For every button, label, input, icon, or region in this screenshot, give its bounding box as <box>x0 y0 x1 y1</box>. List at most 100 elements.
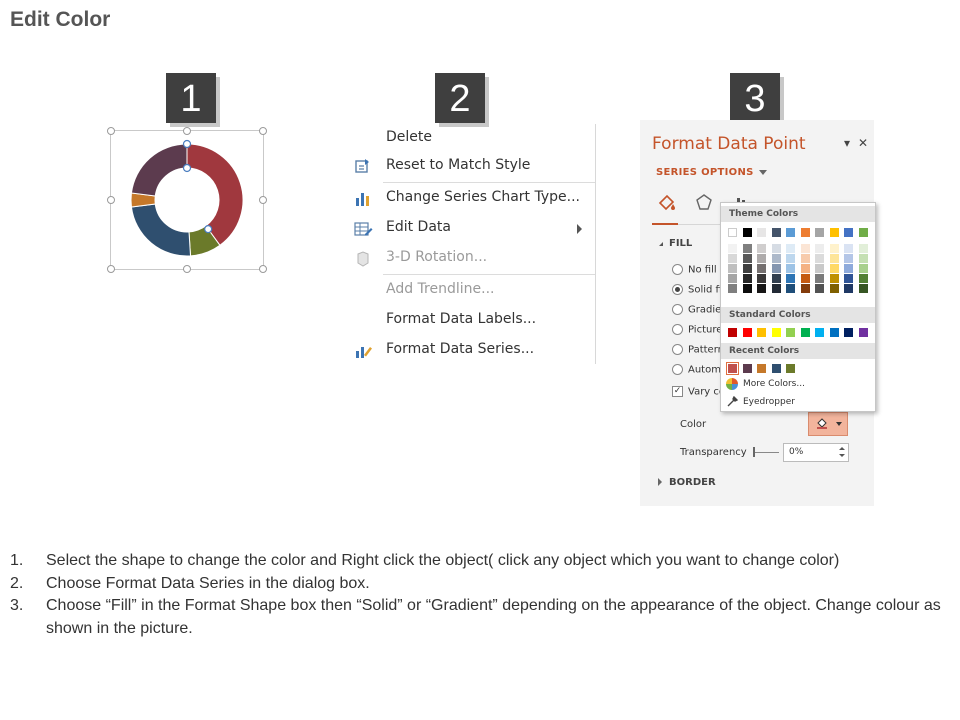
color-swatch[interactable] <box>771 244 781 253</box>
color-swatch[interactable] <box>728 244 737 253</box>
menu-item-format-data-series[interactable]: Format Data Series... <box>345 336 595 366</box>
color-swatch[interactable] <box>786 284 795 293</box>
recent-color-swatch[interactable] <box>757 364 766 373</box>
color-swatch[interactable] <box>786 228 795 237</box>
more-colors-link[interactable]: More Colors... <box>743 379 805 389</box>
color-swatch[interactable] <box>829 244 839 253</box>
radio-gradient-fill[interactable]: Gradier <box>672 304 725 316</box>
spin-down-icon[interactable] <box>839 454 845 457</box>
selection-handle[interactable] <box>204 225 213 234</box>
menu-item-edit-data[interactable]: Edit Data <box>345 214 595 244</box>
caret-down-icon[interactable]: ▾ <box>844 136 850 150</box>
menu-item-format-data-labels[interactable]: Format Data Labels... <box>345 306 595 336</box>
menu-item-delete[interactable]: Delete <box>345 124 595 154</box>
fill-line-tab-icon[interactable] <box>656 192 678 214</box>
color-swatch[interactable] <box>829 274 839 283</box>
color-swatch[interactable] <box>757 254 766 263</box>
color-swatch[interactable] <box>815 284 824 293</box>
color-swatch[interactable] <box>815 328 824 337</box>
color-swatch[interactable] <box>757 244 766 253</box>
color-swatch[interactable] <box>858 254 868 263</box>
menu-item-add-trendline[interactable]: Add Trendline... <box>345 276 595 306</box>
color-swatch[interactable] <box>728 228 737 237</box>
color-swatch[interactable] <box>728 284 737 293</box>
recent-color-swatch[interactable] <box>742 364 752 373</box>
selection-handle[interactable] <box>182 139 192 149</box>
color-swatch[interactable] <box>728 274 737 283</box>
color-swatch[interactable] <box>742 328 752 337</box>
color-swatch[interactable] <box>829 228 839 237</box>
selection-handle[interactable] <box>182 163 192 173</box>
color-swatch[interactable] <box>742 244 752 253</box>
color-swatch[interactable] <box>786 254 795 263</box>
radio-picture-fill[interactable]: Picture <box>672 324 722 336</box>
color-swatch[interactable] <box>757 274 766 283</box>
recent-color-swatch[interactable] <box>726 362 739 375</box>
color-swatch[interactable] <box>800 244 810 253</box>
recent-color-swatch[interactable] <box>771 364 781 373</box>
color-swatch[interactable] <box>786 328 795 337</box>
color-swatch[interactable] <box>742 274 752 283</box>
color-swatch[interactable] <box>771 264 781 273</box>
radio-no-fill[interactable]: No fill <box>672 264 717 276</box>
menu-item-change-chart-type[interactable]: Change Series Chart Type... <box>345 184 595 214</box>
color-swatch[interactable] <box>844 254 853 263</box>
color-swatch[interactable] <box>757 328 766 337</box>
eyedropper-link[interactable]: Eyedropper <box>743 397 795 407</box>
color-swatch[interactable] <box>815 254 824 263</box>
recent-color-swatch[interactable] <box>786 364 795 373</box>
radio-solid-fill[interactable]: Solid fi <box>672 284 722 296</box>
color-swatch[interactable] <box>728 254 737 263</box>
doughnut-chart[interactable] <box>110 130 264 270</box>
color-swatch[interactable] <box>829 264 839 273</box>
doughnut-slice[interactable] <box>130 143 188 197</box>
color-swatch[interactable] <box>844 284 853 293</box>
color-swatch[interactable] <box>757 284 766 293</box>
color-swatch[interactable] <box>742 254 752 263</box>
color-swatch[interactable] <box>771 328 781 337</box>
series-options-dropdown[interactable]: SERIES OPTIONS <box>656 167 767 178</box>
color-swatch[interactable] <box>728 264 737 273</box>
transparency-input[interactable]: 0% <box>783 443 849 462</box>
color-swatch[interactable] <box>771 274 781 283</box>
color-swatch[interactable] <box>742 228 752 237</box>
color-swatch[interactable] <box>829 254 839 263</box>
color-swatch[interactable] <box>800 284 810 293</box>
color-swatch[interactable] <box>757 228 766 237</box>
vary-colors-checkbox[interactable]: ✓ Vary co <box>672 386 725 398</box>
close-icon[interactable]: ✕ <box>858 136 868 150</box>
color-swatch[interactable] <box>858 228 868 237</box>
doughnut-slice[interactable] <box>186 143 244 247</box>
color-swatch[interactable] <box>800 274 810 283</box>
fill-section-header[interactable]: FILL <box>656 238 692 249</box>
slider-handle[interactable] <box>753 447 755 457</box>
color-swatch[interactable] <box>786 244 795 253</box>
color-swatch[interactable] <box>800 328 810 337</box>
color-swatch[interactable] <box>728 328 737 337</box>
color-swatch[interactable] <box>800 228 810 237</box>
effects-tab-icon[interactable] <box>693 192 715 214</box>
spin-up-icon[interactable] <box>839 447 845 450</box>
color-swatch[interactable] <box>815 244 824 253</box>
color-swatch[interactable] <box>815 264 824 273</box>
color-swatch[interactable] <box>771 254 781 263</box>
color-swatch[interactable] <box>844 264 853 273</box>
color-swatch[interactable] <box>858 264 868 273</box>
color-swatch[interactable] <box>742 284 752 293</box>
color-swatch[interactable] <box>858 274 868 283</box>
color-swatch[interactable] <box>844 274 853 283</box>
fill-color-button[interactable] <box>808 412 848 436</box>
color-swatch[interactable] <box>844 328 853 337</box>
radio-pattern-fill[interactable]: Pattern <box>672 344 724 356</box>
color-swatch[interactable] <box>757 264 766 273</box>
color-swatch[interactable] <box>844 244 853 253</box>
color-swatch[interactable] <box>815 274 824 283</box>
color-swatch[interactable] <box>815 228 824 237</box>
color-swatch[interactable] <box>800 254 810 263</box>
color-swatch[interactable] <box>858 244 868 253</box>
color-swatch[interactable] <box>742 264 752 273</box>
color-swatch[interactable] <box>786 274 795 283</box>
color-swatch[interactable] <box>829 328 839 337</box>
color-swatch[interactable] <box>858 328 868 337</box>
color-swatch[interactable] <box>771 228 781 237</box>
